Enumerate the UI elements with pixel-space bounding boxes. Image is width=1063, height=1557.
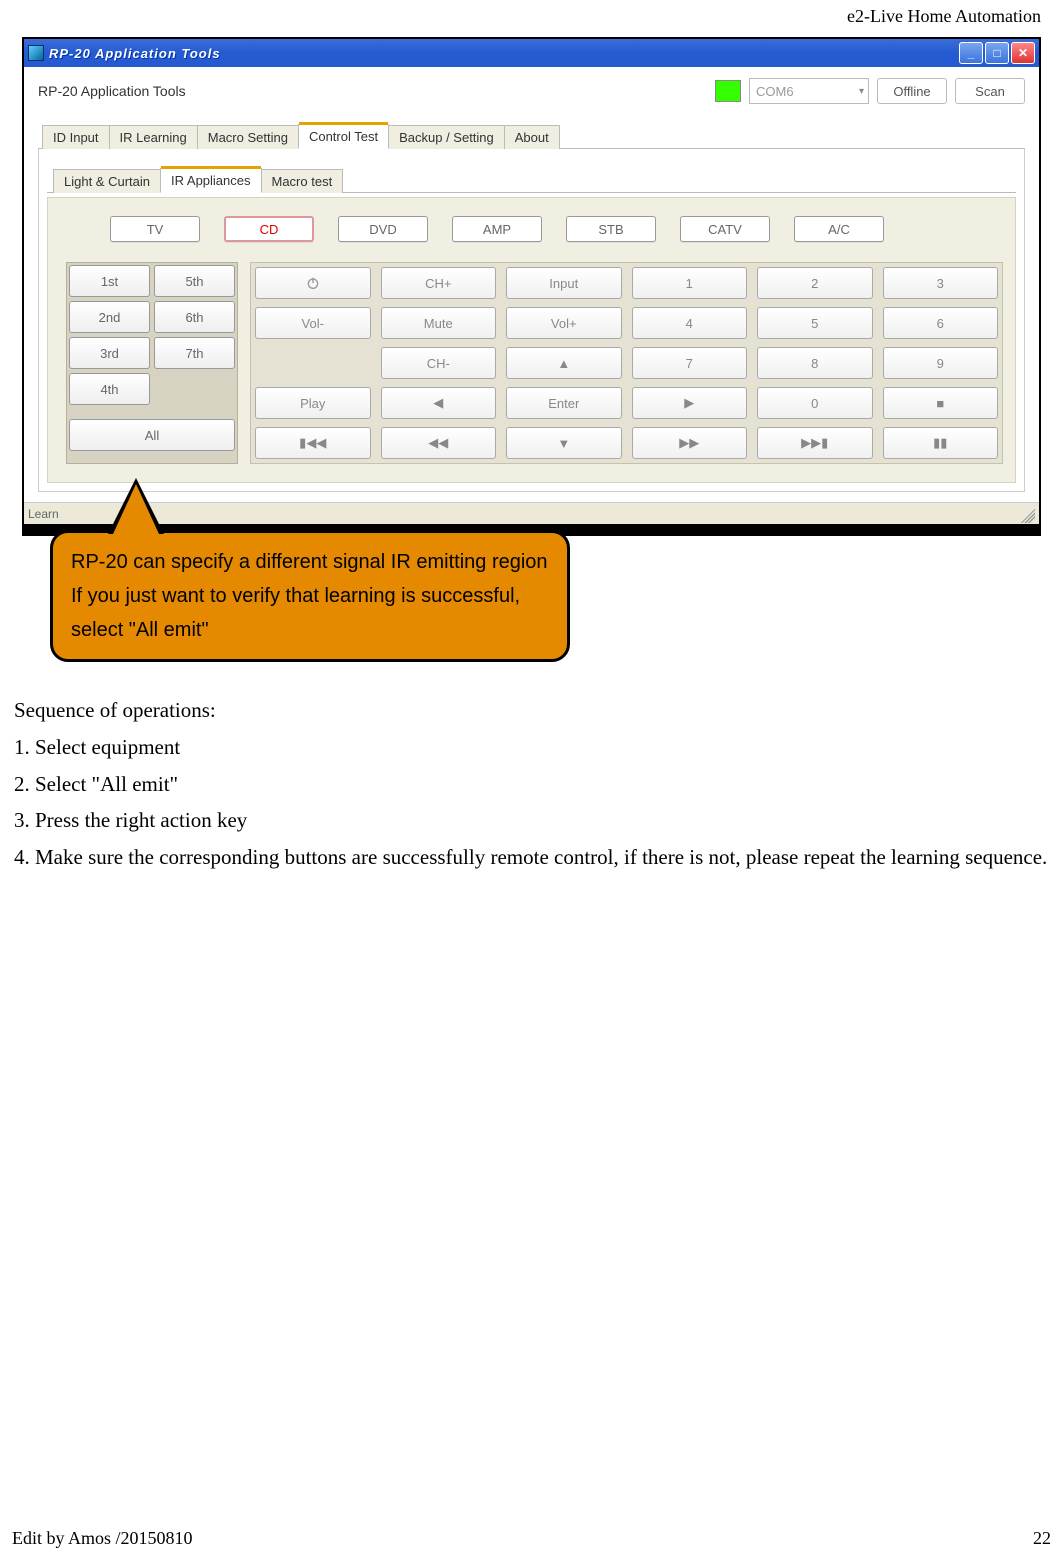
- pause-button[interactable]: ▮▮: [883, 427, 999, 459]
- emit-7th[interactable]: 7th: [154, 337, 235, 369]
- left-arrow-button[interactable]: ◀: [381, 387, 497, 419]
- emit-6th[interactable]: 6th: [154, 301, 235, 333]
- stop-button[interactable]: ■: [883, 387, 999, 419]
- tab-about[interactable]: About: [504, 125, 560, 149]
- volume-up-button[interactable]: Vol+: [506, 307, 622, 339]
- tab-ir-learning[interactable]: IR Learning: [109, 125, 198, 149]
- down-arrow-button[interactable]: ▼: [506, 427, 622, 459]
- ir-appliances-panel: TV CD DVD AMP STB CATV A/C 1st 5th: [47, 197, 1016, 483]
- com-port-value: COM6: [756, 84, 794, 99]
- footer-page-number: 22: [1033, 1528, 1051, 1549]
- num-6-button[interactable]: 6: [883, 307, 999, 339]
- minimize-button[interactable]: _: [959, 42, 983, 64]
- emit-spacer: [154, 373, 235, 405]
- num-8-button[interactable]: 8: [757, 347, 873, 379]
- sequence-step-1: 1. Select equipment: [14, 729, 1049, 766]
- tab-backup-setting[interactable]: Backup / Setting: [388, 125, 505, 149]
- toolbar-title: RP-20 Application Tools: [38, 83, 186, 99]
- device-ac[interactable]: A/C: [794, 216, 884, 242]
- tab-control-test[interactable]: Control Test: [298, 124, 389, 149]
- tab-light-curtain[interactable]: Light & Curtain: [53, 169, 161, 193]
- emit-region-panel: 1st 5th 2nd 6th 3rd 7th 4th All: [66, 262, 238, 464]
- app-icon: [28, 45, 44, 61]
- enter-button[interactable]: Enter: [506, 387, 622, 419]
- input-button[interactable]: Input: [506, 267, 622, 299]
- callout: RP-20 can specify a different signal IR …: [50, 478, 570, 662]
- power-button[interactable]: [255, 267, 371, 299]
- device-tv[interactable]: TV: [110, 216, 200, 242]
- emit-1st[interactable]: 1st: [69, 265, 150, 297]
- num-1-button[interactable]: 1: [632, 267, 748, 299]
- chevron-down-icon: ▾: [859, 86, 864, 97]
- tab-ir-appliances[interactable]: IR Appliances: [160, 168, 262, 193]
- main-tabs: ID Input IR Learning Macro Setting Contr…: [38, 123, 1025, 149]
- doc-header: e2-Live Home Automation: [10, 0, 1053, 31]
- volume-down-button[interactable]: Vol-: [255, 307, 371, 339]
- mute-button[interactable]: Mute: [381, 307, 497, 339]
- num-2-button[interactable]: 2: [757, 267, 873, 299]
- com-port-select[interactable]: COM6 ▾: [749, 78, 869, 104]
- device-catv[interactable]: CATV: [680, 216, 770, 242]
- right-arrow-button[interactable]: ▶: [632, 387, 748, 419]
- num-5-button[interactable]: 5: [757, 307, 873, 339]
- tab-id-input[interactable]: ID Input: [42, 125, 110, 149]
- skip-back-button[interactable]: ▮◀◀: [255, 427, 371, 459]
- emit-5th[interactable]: 5th: [154, 265, 235, 297]
- page-footer: Edit by Amos /20150810 22: [0, 1524, 1063, 1557]
- device-dvd[interactable]: DVD: [338, 216, 428, 242]
- maximize-button[interactable]: □: [985, 42, 1009, 64]
- scan-button[interactable]: Scan: [955, 78, 1025, 104]
- num-3-button[interactable]: 3: [883, 267, 999, 299]
- resize-grip-icon[interactable]: [1017, 505, 1035, 523]
- up-arrow-button[interactable]: ▲: [506, 347, 622, 379]
- callout-pointer-icon: [108, 478, 164, 534]
- close-button[interactable]: ✕: [1011, 42, 1035, 64]
- status-color-indicator: [715, 80, 741, 102]
- footer-left: Edit by Amos /20150810: [12, 1528, 193, 1549]
- play-button[interactable]: Play: [255, 387, 371, 419]
- sub-tabs: Light & Curtain IR Appliances Macro test: [47, 167, 1016, 193]
- command-panel: CH+ Input 1 2 3 Vol- Mute Vol+ 4 5 6: [250, 262, 1003, 464]
- fast-forward-button[interactable]: ▶▶: [632, 427, 748, 459]
- emit-2nd[interactable]: 2nd: [69, 301, 150, 333]
- num-7-button[interactable]: 7: [632, 347, 748, 379]
- emit-4th[interactable]: 4th: [69, 373, 150, 405]
- sequence-step-4: 4. Make sure the corresponding buttons a…: [14, 839, 1049, 876]
- sequence-title: Sequence of operations:: [14, 692, 1049, 729]
- emit-all[interactable]: All: [69, 419, 235, 451]
- channel-down-button[interactable]: CH-: [381, 347, 497, 379]
- device-stb[interactable]: STB: [566, 216, 656, 242]
- num-4-button[interactable]: 4: [632, 307, 748, 339]
- emit-3rd[interactable]: 3rd: [69, 337, 150, 369]
- sequence-step-3: 3. Press the right action key: [14, 802, 1049, 839]
- device-row: TV CD DVD AMP STB CATV A/C: [60, 210, 1003, 256]
- app-window: RP-20 Application Tools _ □ ✕ RP-20 Appl…: [22, 37, 1041, 526]
- channel-up-button[interactable]: CH+: [381, 267, 497, 299]
- power-icon: [305, 275, 321, 291]
- window-title: RP-20 Application Tools: [49, 46, 221, 61]
- callout-text: RP-20 can specify a different signal IR …: [50, 530, 570, 662]
- titlebar: RP-20 Application Tools _ □ ✕: [24, 39, 1039, 67]
- sequence-step-2: 2. Select "All emit": [14, 766, 1049, 803]
- body-text: Sequence of operations: 1. Select equipm…: [14, 692, 1049, 876]
- num-0-button[interactable]: 0: [757, 387, 873, 419]
- skip-forward-button[interactable]: ▶▶▮: [757, 427, 873, 459]
- tab-macro-setting[interactable]: Macro Setting: [197, 125, 299, 149]
- rewind-button[interactable]: ◀◀: [381, 427, 497, 459]
- device-cd[interactable]: CD: [224, 216, 314, 242]
- device-amp[interactable]: AMP: [452, 216, 542, 242]
- tab-macro-test[interactable]: Macro test: [261, 169, 344, 193]
- offline-button[interactable]: Offline: [877, 78, 947, 104]
- num-9-button[interactable]: 9: [883, 347, 999, 379]
